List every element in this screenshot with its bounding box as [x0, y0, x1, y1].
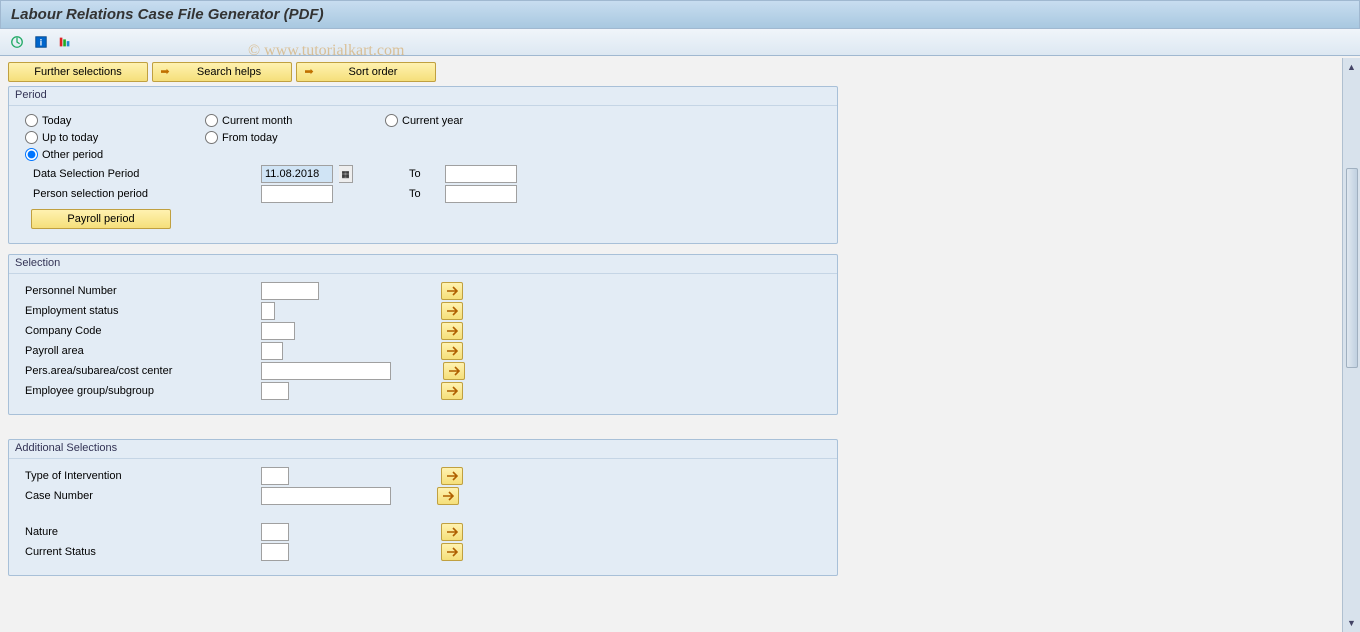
multiple-selection-button[interactable] — [441, 523, 463, 541]
scrollbar-thumb[interactable] — [1346, 168, 1358, 368]
employment-status-input[interactable] — [261, 302, 275, 320]
search-helps-label: Search helps — [177, 66, 281, 78]
bars-icon[interactable] — [56, 33, 74, 51]
payroll-area-label: Payroll area — [19, 345, 219, 357]
employee-group-input[interactable] — [261, 382, 289, 400]
svg-text:i: i — [40, 38, 42, 48]
multiple-selection-button[interactable] — [441, 467, 463, 485]
multiple-selection-button[interactable] — [441, 302, 463, 320]
multiple-selection-button[interactable] — [441, 543, 463, 561]
vertical-scrollbar[interactable]: ▲ ▼ — [1342, 58, 1360, 632]
additional-group-title: Additional Selections — [9, 440, 837, 459]
scroll-down-icon[interactable]: ▼ — [1345, 616, 1359, 630]
further-selections-label: Further selections — [34, 66, 121, 78]
multiple-selection-button[interactable] — [441, 322, 463, 340]
multiple-selection-button[interactable] — [441, 342, 463, 360]
further-selections-button[interactable]: Further selections — [8, 62, 148, 82]
radio-from-today[interactable]: From today — [205, 131, 345, 144]
search-helps-button[interactable]: ➡ Search helps — [152, 62, 292, 82]
radio-other-period-label: Other period — [42, 149, 103, 161]
person-selection-from-input[interactable] — [261, 185, 333, 203]
pers-area-input[interactable] — [261, 362, 391, 380]
to-label: To — [409, 168, 439, 180]
case-number-label: Case Number — [19, 490, 219, 502]
multiple-selection-button[interactable] — [441, 282, 463, 300]
window-title-bar: Labour Relations Case File Generator (PD… — [0, 0, 1360, 29]
execute-icon[interactable] — [8, 33, 26, 51]
selection-group-title: Selection — [9, 255, 837, 274]
sort-order-label: Sort order — [321, 66, 425, 78]
pers-area-label: Pers.area/subarea/cost center — [19, 365, 219, 377]
main-content: Further selections ➡ Search helps ➡ Sort… — [0, 56, 1360, 630]
radio-current-month[interactable]: Current month — [205, 114, 345, 127]
nature-input[interactable] — [261, 523, 289, 541]
data-selection-from-input[interactable] — [261, 165, 333, 183]
date-picker-icon[interactable]: ▦ — [339, 165, 353, 183]
multiple-selection-button[interactable] — [441, 382, 463, 400]
sort-order-button[interactable]: ➡ Sort order — [296, 62, 436, 82]
arrow-right-icon: ➡ — [157, 65, 173, 79]
payroll-period-label: Payroll period — [67, 213, 134, 225]
window-title: Labour Relations Case File Generator (PD… — [11, 6, 324, 23]
current-status-input[interactable] — [261, 543, 289, 561]
radio-up-to-today-label: Up to today — [42, 132, 98, 144]
person-selection-period-label: Person selection period — [19, 188, 219, 200]
info-icon[interactable]: i — [32, 33, 50, 51]
company-code-label: Company Code — [19, 325, 219, 337]
personnel-number-label: Personnel Number — [19, 285, 219, 297]
app-toolbar: i — [0, 29, 1360, 56]
period-group: Period Today Current month Current year … — [8, 86, 838, 244]
to-label: To — [409, 188, 439, 200]
multiple-selection-button[interactable] — [443, 362, 465, 380]
data-selection-period-label: Data Selection Period — [19, 168, 219, 180]
payroll-area-input[interactable] — [261, 342, 283, 360]
type-of-intervention-input[interactable] — [261, 467, 289, 485]
case-number-input[interactable] — [261, 487, 391, 505]
radio-up-to-today[interactable]: Up to today — [25, 131, 165, 144]
radio-today-label: Today — [42, 115, 71, 127]
personnel-number-input[interactable] — [261, 282, 319, 300]
radio-current-month-label: Current month — [222, 115, 292, 127]
current-status-label: Current Status — [19, 546, 219, 558]
employment-status-label: Employment status — [19, 305, 219, 317]
employee-group-label: Employee group/subgroup — [19, 385, 219, 397]
radio-other-period[interactable]: Other period — [25, 148, 165, 161]
radio-current-year-label: Current year — [402, 115, 463, 127]
nature-label: Nature — [19, 526, 219, 538]
data-selection-to-input[interactable] — [445, 165, 517, 183]
additional-selections-group: Additional Selections Type of Interventi… — [8, 439, 838, 576]
payroll-period-button[interactable]: Payroll period — [31, 209, 171, 229]
period-group-title: Period — [9, 87, 837, 106]
scroll-up-icon[interactable]: ▲ — [1345, 60, 1359, 74]
arrow-right-icon: ➡ — [301, 65, 317, 79]
selection-group: Selection Personnel Number Employment st… — [8, 254, 838, 415]
type-of-intervention-label: Type of Intervention — [19, 470, 219, 482]
selection-button-row: Further selections ➡ Search helps ➡ Sort… — [8, 62, 1330, 82]
company-code-input[interactable] — [261, 322, 295, 340]
radio-from-today-label: From today — [222, 132, 278, 144]
person-selection-to-input[interactable] — [445, 185, 517, 203]
radio-current-year[interactable]: Current year — [385, 114, 525, 127]
radio-today[interactable]: Today — [25, 114, 165, 127]
multiple-selection-button[interactable] — [437, 487, 459, 505]
